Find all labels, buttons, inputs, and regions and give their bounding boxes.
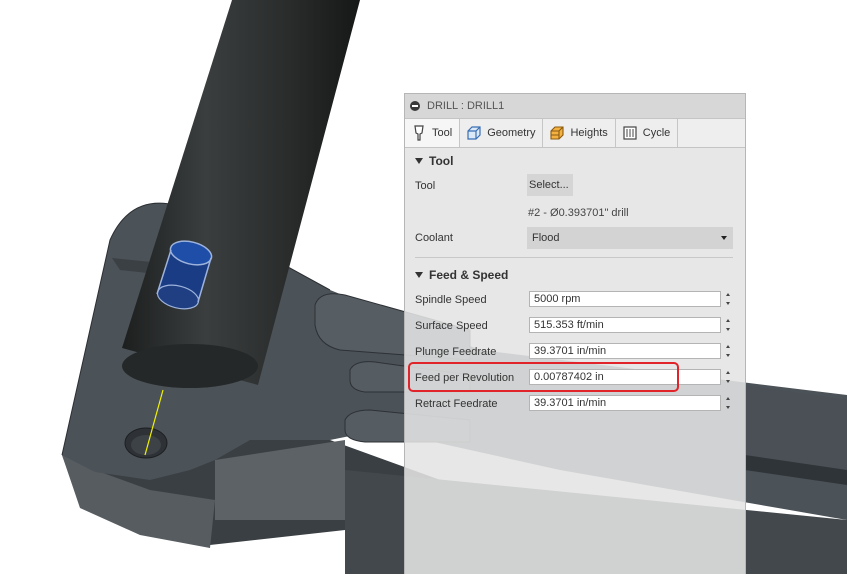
tab-cycle-label: Cycle [642,127,671,139]
plunge-feedrate-label: Plunge Feedrate [415,346,497,358]
coolant-dropdown[interactable]: Flood [527,227,733,249]
spindle-speed-input[interactable] [529,291,721,307]
surface-speed-input[interactable] [529,317,721,333]
tab-tool-label: Tool [432,127,453,139]
chevron-down-icon [721,236,727,240]
collapse-triangle-icon [415,158,423,164]
dialog-header: DRILL : DRILL1 [405,94,745,119]
tab-heights[interactable]: Heights [543,119,616,147]
surface-speed-stepper[interactable] [723,317,732,333]
section-tool-header[interactable]: Tool [415,154,453,168]
drill-dialog: DRILL : DRILL1 Tool Geometry Heights Cyc… [404,93,746,574]
retract-feedrate-label: Retract Feedrate [415,398,498,410]
section-feed-speed-header[interactable]: Feed & Speed [415,268,508,282]
tool-label: Tool [415,180,436,192]
select-tool-button[interactable]: Select... [527,174,573,196]
section-tool-title: Tool [429,154,454,168]
spindle-speed-label: Spindle Speed [415,294,487,306]
dialog-title: DRILL : DRILL1 [427,100,505,112]
retract-feedrate-stepper[interactable] [723,395,732,411]
collapse-triangle-icon [415,272,423,278]
feed-per-revolution-stepper[interactable] [723,369,732,385]
cycle-icon [622,125,638,141]
plunge-feedrate-input[interactable] [529,343,721,359]
tab-geometry-label: Geometry [487,127,536,139]
section-divider [415,257,733,258]
plunge-feedrate-stepper[interactable] [723,343,732,359]
coolant-label: Coolant [415,232,453,244]
highlight-annotation [408,362,679,392]
collapse-icon[interactable] [410,101,420,111]
tool-description: #2 - Ø0.393701" drill [528,207,629,219]
heights-icon [549,125,565,141]
tool-icon [411,125,427,141]
tab-cycle[interactable]: Cycle [616,119,679,147]
geometry-icon [466,125,482,141]
tab-heights-label: Heights [570,127,608,139]
coolant-value: Flood [532,232,560,244]
surface-speed-label: Surface Speed [415,320,488,332]
tab-geometry[interactable]: Geometry [460,119,544,147]
retract-feedrate-input[interactable] [529,395,721,411]
spindle-speed-stepper[interactable] [723,291,732,307]
section-feed-speed-title: Feed & Speed [429,268,509,282]
tab-bar: Tool Geometry Heights Cycle [405,119,745,148]
tab-tool[interactable]: Tool [405,119,461,147]
